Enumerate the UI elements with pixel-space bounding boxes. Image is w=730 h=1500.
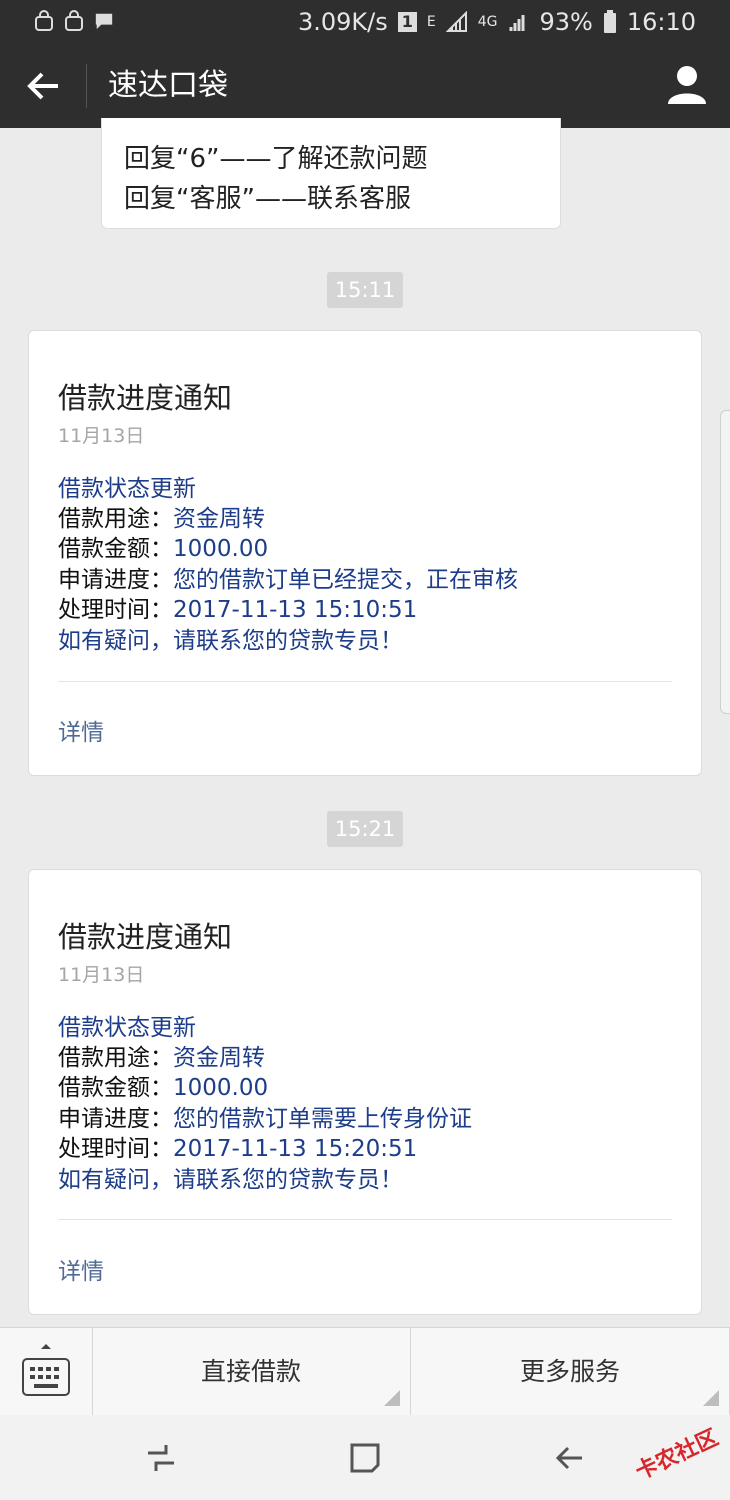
bubble-line: 回复“客服”——联系客服 — [124, 184, 411, 214]
detail-link[interactable]: 详情 — [58, 713, 104, 747]
loan-notice-card[interactable]: 借款进度通知 11月13日 借款状态更新 借款用途：资金周转 借款金额：1000… — [28, 330, 702, 776]
network-type-2: 4G — [477, 14, 498, 30]
system-nav-bar: 卡农社区 — [0, 1415, 730, 1500]
back-icon[interactable] — [552, 1441, 586, 1475]
card-divider — [58, 1219, 672, 1220]
card-title: 借款进度通知 — [58, 381, 233, 415]
card-footer: 如有疑问，请联系您的贷款专员！ — [58, 628, 403, 654]
chevron-up-icon — [41, 1344, 51, 1349]
watermark: 卡农社区 — [631, 1425, 723, 1486]
card-row: 申请进度：您的借款订单已经提交，正在审核 — [58, 567, 518, 593]
card-row: 借款金额：1000.00 — [58, 536, 269, 562]
bag-icon — [35, 10, 53, 31]
card-heading: 借款状态更新 — [58, 476, 196, 502]
more-services-label: 更多服务 — [519, 1357, 620, 1386]
page-title: 速达口袋 — [108, 68, 228, 103]
time-chip: 15:21 — [327, 811, 403, 847]
detail-link[interactable]: 详情 — [58, 1252, 104, 1286]
signal-icon — [445, 11, 467, 32]
signal-icon — [509, 15, 525, 31]
bag-icon — [65, 10, 83, 31]
card-divider — [58, 681, 672, 682]
time-chip: 15:11 — [327, 272, 403, 308]
card-footer: 如有疑问，请联系您的贷款专员！ — [58, 1167, 403, 1193]
loan-notice-card[interactable]: 借款进度通知 11月13日 借款状态更新 借款用途：资金周转 借款金额：1000… — [28, 869, 702, 1315]
title-divider — [86, 64, 87, 108]
battery-icon — [603, 10, 616, 33]
clock: 16:10 — [626, 8, 696, 36]
card-row: 借款用途：资金周转 — [58, 1045, 265, 1071]
keyboard-toggle-button[interactable] — [0, 1328, 93, 1416]
recent-apps-icon[interactable] — [144, 1441, 178, 1475]
direct-loan-label: 直接借款 — [200, 1357, 301, 1386]
card-row: 处理时间：2017-11-13 15:20:51 — [58, 1136, 418, 1162]
network-speed: 3.09K/s — [297, 8, 388, 36]
submenu-indicator — [384, 1390, 400, 1406]
card-date: 11月13日 — [58, 964, 145, 986]
keyboard-icon — [22, 1358, 70, 1396]
message-icon — [95, 13, 113, 30]
service-menu-bar: 直接借款 更多服务 — [0, 1327, 730, 1416]
submenu-indicator — [703, 1390, 719, 1406]
card-title: 借款进度通知 — [58, 920, 233, 954]
bubble-line: 回复“6”——了解还款问题 — [124, 144, 428, 174]
back-arrow-icon[interactable] — [26, 68, 62, 104]
card-row: 处理时间：2017-11-13 15:10:51 — [58, 597, 418, 623]
card-row: 借款金额：1000.00 — [58, 1075, 269, 1101]
battery-percent: 93% — [539, 8, 593, 36]
sim-badge: 1 — [397, 12, 417, 32]
network-type-1: E — [426, 14, 436, 30]
home-icon[interactable] — [348, 1441, 382, 1475]
message-bubble: 回复“6”——了解还款问题 回复“客服”——联系客服 — [101, 118, 561, 229]
direct-loan-button[interactable]: 直接借款 — [92, 1328, 411, 1416]
title-bar: 速达口袋 — [0, 44, 730, 128]
person-icon[interactable] — [666, 64, 708, 106]
more-services-button[interactable]: 更多服务 — [411, 1328, 730, 1416]
card-row: 申请进度：您的借款订单需要上传身份证 — [58, 1106, 472, 1132]
card-row: 借款用途：资金周转 — [58, 506, 265, 532]
status-bar: 3.09K/s 1 E 4G 93% 16:10 — [0, 0, 730, 44]
scroll-indicator[interactable] — [720, 410, 730, 714]
card-heading: 借款状态更新 — [58, 1015, 196, 1041]
card-date: 11月13日 — [58, 425, 145, 447]
